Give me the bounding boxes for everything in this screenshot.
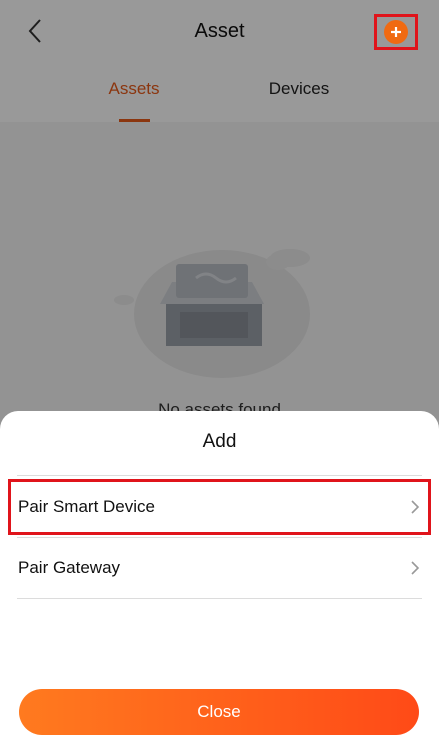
divider (17, 537, 422, 538)
add-button-highlight (374, 14, 418, 50)
pair-smart-device-option[interactable]: Pair Smart Device (8, 479, 431, 535)
chevron-right-icon (411, 500, 420, 514)
option-label: Pair Gateway (18, 558, 121, 577)
chevron-right-icon (411, 561, 420, 575)
divider (17, 475, 422, 476)
option-label: Pair Smart Device (18, 497, 155, 516)
add-button[interactable] (384, 20, 408, 44)
sheet-title: Add (202, 431, 237, 452)
plus-circle-icon (391, 27, 401, 37)
asset-screen: Asset Assets Devices No assets found Add… (0, 0, 439, 749)
divider (17, 598, 422, 599)
pair-gateway-option[interactable]: Pair Gateway (8, 540, 431, 596)
add-bottom-sheet: Add Pair Smart Device Pair Gateway Close (0, 411, 439, 749)
close-button[interactable]: Close (19, 689, 419, 735)
